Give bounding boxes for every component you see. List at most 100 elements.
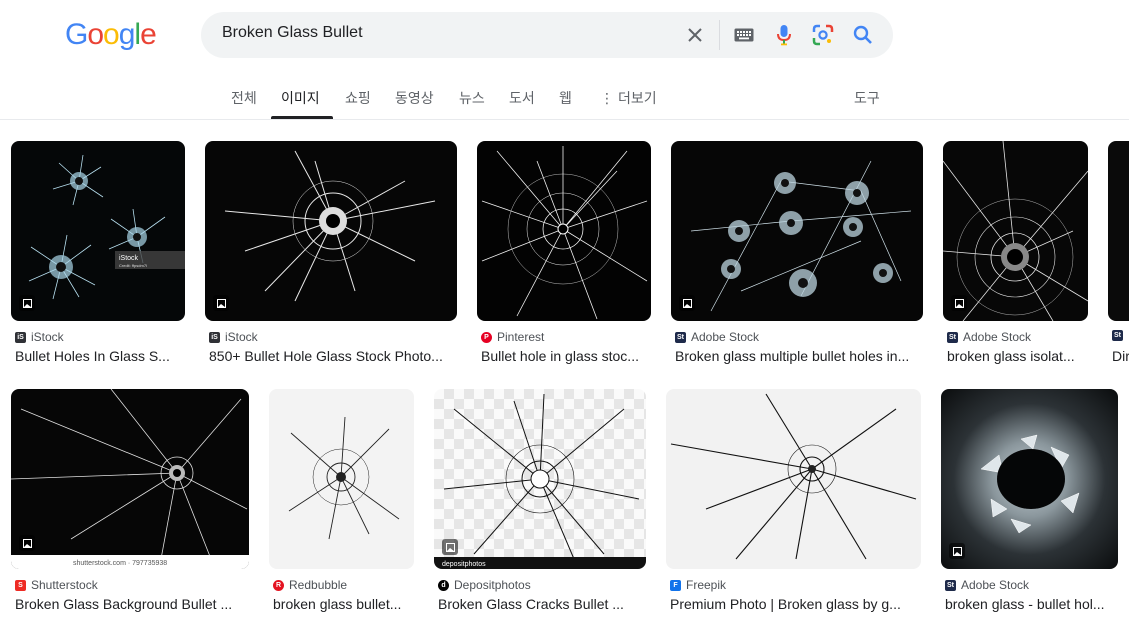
tab-videos[interactable]: 동영상 [395, 88, 434, 108]
result-title[interactable]: Broken glass multiple bullet holes in... [675, 348, 921, 364]
source-label: iStock [31, 330, 64, 344]
result-source[interactable]: iS iStock [15, 330, 64, 344]
result-source[interactable]: St Adobe Stock [945, 578, 1029, 592]
image-badge-icon [679, 295, 695, 311]
logo-letter: G [65, 18, 88, 51]
shattered-glass-image [980, 434, 1080, 534]
tab-images[interactable]: 이미지 [281, 88, 320, 108]
search-divider [719, 20, 720, 50]
result-thumbnail[interactable]: iStock Credit: ffpsdm7l [11, 141, 185, 321]
close-icon [688, 28, 702, 42]
result-title[interactable]: broken glass isolat... [947, 348, 1087, 364]
search-icon [853, 25, 872, 44]
result-source[interactable]: iS iStock [209, 330, 258, 344]
image-badge-icon [951, 295, 967, 311]
logo-letter: g [118, 18, 136, 51]
search-box [201, 12, 893, 58]
broken-glass-image: shutterstock.com · 797735938 [11, 389, 249, 569]
istock-icon: iS [15, 331, 26, 343]
header: Google 전체 이미지 쇼핑 동영상 뉴스 도서 웹 ⋮더보기 도구 [0, 0, 1129, 120]
result-thumbnail[interactable] [671, 141, 923, 321]
tab-news[interactable]: 뉴스 [459, 88, 485, 108]
freepik-icon: F [670, 579, 681, 591]
result-title[interactable]: Dir [1112, 348, 1129, 364]
multiple-bullet-holes-image [690, 160, 912, 312]
search-input[interactable] [222, 24, 662, 42]
glass-cracks-image: depositphotos [434, 393, 646, 569]
tab-all[interactable]: 전체 [231, 88, 257, 108]
source-label: Adobe Stock [963, 330, 1032, 344]
source-label: Depositphotos [454, 578, 531, 592]
source-label: iStock [225, 330, 258, 344]
result-source[interactable]: St Adobe Stock [947, 330, 1031, 344]
istock-icon: iS [209, 331, 220, 343]
voice-search-button[interactable] [770, 21, 798, 49]
search-tabs: 전체 이미지 쇼핑 동영상 뉴스 도서 웹 ⋮ 더보기 도구 [0, 80, 1129, 120]
keyboard-button[interactable] [730, 21, 758, 49]
source-label: Shutterstock [31, 578, 98, 592]
pinterest-icon: P [481, 331, 492, 343]
result-thumbnail[interactable] [477, 141, 651, 321]
adobe-stock-icon: St [947, 331, 958, 343]
result-thumbnail[interactable]: depositphotos [434, 389, 646, 569]
image-badge-icon [19, 295, 35, 311]
source-label: Adobe Stock [691, 330, 760, 344]
result-source[interactable]: R Redbubble [273, 578, 347, 592]
logo-letter: o [87, 18, 104, 51]
result-thumbnail[interactable] [943, 141, 1088, 321]
bullet-hole-image [481, 146, 648, 320]
logo-letter: e [140, 18, 157, 51]
result-title[interactable]: Bullet hole in glass stoc... [481, 348, 651, 364]
result-source[interactable]: F Freepik [670, 578, 726, 592]
result-title[interactable]: 850+ Bullet Hole Glass Stock Photo... [209, 348, 455, 364]
clear-button[interactable] [681, 21, 709, 49]
credit-text: Credit: ffpsdm7l [119, 263, 147, 268]
active-tab-indicator [271, 116, 333, 119]
result-thumbnail[interactable] [666, 389, 921, 569]
adobe-stock-icon: St [945, 579, 956, 591]
tab-shopping[interactable]: 쇼핑 [345, 88, 371, 108]
result-source[interactable]: St Adobe Stock [675, 330, 759, 344]
result-title[interactable]: Broken Glass Cracks Bullet ... [438, 596, 644, 612]
result-thumbnail[interactable] [269, 389, 414, 569]
result-thumbnail[interactable] [1108, 141, 1129, 321]
result-title[interactable]: Broken Glass Background Bullet ... [15, 596, 247, 612]
tab-web[interactable]: 웹 [559, 88, 572, 108]
broken-glass-image [288, 416, 400, 540]
source-label: Redbubble [289, 578, 348, 592]
watermark-text: depositphotos [442, 561, 486, 568]
image-badge-icon [949, 543, 965, 559]
broken-glass-image [943, 141, 1088, 321]
result-title[interactable]: broken glass - bullet hol... [945, 596, 1117, 612]
result-title[interactable]: Premium Photo | Broken glass by g... [670, 596, 919, 612]
more-vert-icon: ⋮ [600, 90, 614, 106]
keyboard-icon [734, 28, 754, 42]
search-button[interactable] [849, 21, 877, 49]
result-source[interactable]: St [1112, 330, 1128, 341]
result-thumbnail[interactable] [205, 141, 457, 321]
tab-more-label: 더보기 [618, 90, 657, 106]
result-thumbnail[interactable] [941, 389, 1118, 569]
result-title[interactable]: broken glass bullet... [273, 596, 413, 612]
source-label: Freepik [686, 578, 727, 592]
tab-more[interactable]: ⋮ 더보기 [600, 88, 657, 108]
result-title[interactable]: Bullet Holes In Glass S... [15, 348, 185, 364]
tab-tools[interactable]: 도구 [854, 88, 880, 108]
source-label: Pinterest [497, 330, 545, 344]
result-source[interactable]: S Shutterstock [15, 578, 98, 592]
lens-search-button[interactable] [809, 21, 837, 49]
shutterstock-icon: S [15, 579, 26, 591]
bullet-hole-image [224, 150, 436, 302]
result-thumbnail[interactable]: shutterstock.com · 797735938 [11, 389, 249, 569]
bullet-holes-image: iStock Credit: ffpsdm7l [28, 154, 185, 300]
adobe-stock-icon: St [675, 331, 686, 343]
camera-lens-icon [812, 24, 834, 46]
redbubble-icon: R [273, 579, 284, 591]
result-source[interactable]: P Pinterest [481, 330, 544, 344]
result-source[interactable]: d Depositphotos [438, 578, 531, 592]
image-badge-icon [19, 535, 35, 551]
tab-books[interactable]: 도서 [509, 88, 535, 108]
google-logo[interactable]: Google [65, 18, 157, 52]
broken-glass-image [670, 393, 917, 560]
adobe-stock-icon: St [1112, 330, 1123, 341]
